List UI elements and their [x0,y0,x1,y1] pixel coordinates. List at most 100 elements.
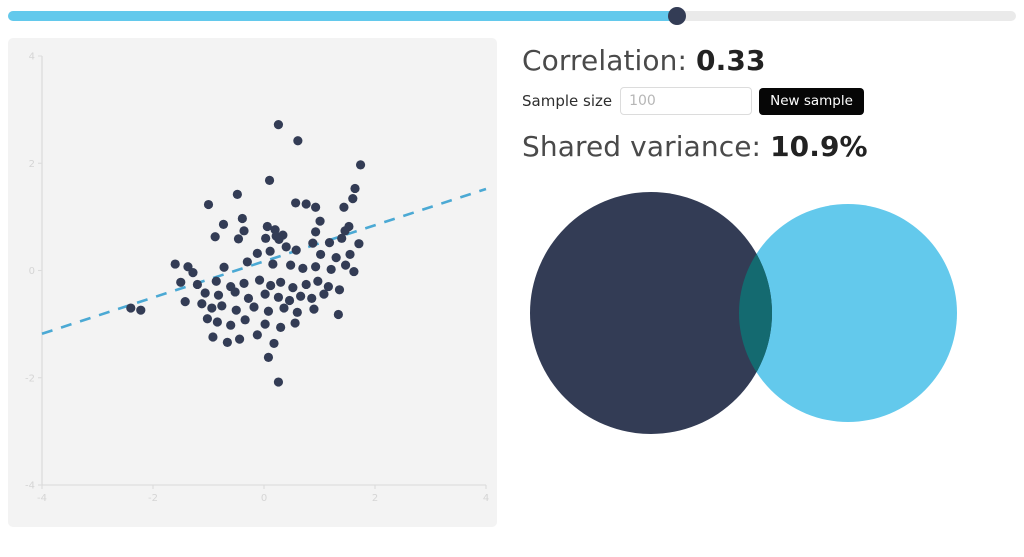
scatter-point [313,276,323,286]
shared-variance-value: 10.9% [770,130,868,164]
scatter-point [349,266,359,277]
scatter-point [222,337,232,347]
scatter-point [284,295,295,306]
scatter-point [176,277,186,287]
scatter-point [210,232,220,242]
stats-column: Correlation: 0.33 Sample size New sample… [522,44,1002,164]
scatter-point [345,249,355,260]
svg-text:-4: -4 [25,481,35,492]
scatter-point [263,352,274,362]
scatter-point [264,175,275,186]
correlation-slider[interactable] [8,7,1016,25]
correlation-readout: Correlation: 0.33 [522,44,1002,78]
scatter-point [334,285,345,295]
scatter-point [217,301,227,311]
svg-text:2: 2 [372,493,378,504]
scatter-point [192,279,202,290]
scatter-point [261,233,271,243]
scatter-point [218,219,229,229]
scatter-point [239,278,249,288]
scatter-point [170,259,180,269]
scatter-point [315,216,325,226]
scatter-point [276,277,286,287]
scatter-point [268,259,278,269]
slider-thumb[interactable] [668,7,687,25]
scatter-point [252,248,262,258]
scatter-point [231,305,241,315]
svg-text:0: 0 [29,266,35,277]
scatter-point [136,305,146,315]
new-sample-button[interactable]: New sample [759,87,864,115]
scatter-point [301,199,311,209]
svg-text:0: 0 [261,493,267,504]
scatter-point [239,226,249,236]
venn-circle-left [530,192,772,434]
scatter-point [290,318,300,328]
scatter-point [219,262,229,272]
scatter-point [355,160,366,170]
scatter-point [340,226,350,236]
scatter-point [293,136,303,146]
scatter-plot: -4 -2 0 2 4 -4 -2 0 2 4 [25,52,489,505]
scatter-point [350,183,360,194]
scatter-point [260,289,270,299]
scatter-point [340,260,351,270]
scatter-point [233,234,244,244]
scatter-point [200,288,210,298]
scatter-point [188,268,198,278]
scatter-point [208,332,218,342]
scatter-point [354,239,364,249]
scatter-point [316,249,326,260]
scatter-point [307,293,317,303]
svg-text:4: 4 [29,52,35,63]
scatter-point [311,227,321,237]
scatter-point [207,303,217,313]
correlation-value: 0.33 [696,44,766,77]
scatter-point [333,309,343,320]
scatter-point [288,283,298,293]
scatter-point [311,202,321,212]
sample-size-input[interactable] [620,87,753,116]
svg-text:2: 2 [29,159,35,170]
scatter-points [126,120,366,387]
scatter-point [269,338,279,349]
scatter-point [331,253,341,263]
scatter-point [319,289,329,299]
scatter-point [262,221,272,232]
scatter-point [309,304,319,314]
venn-svg [530,192,957,434]
scatter-point [273,120,284,130]
scatter-point [260,319,270,329]
scatter-point [252,330,262,340]
scatter-point [308,238,318,248]
slider-fill [8,11,678,21]
sample-size-label: Sample size [522,92,613,111]
scatter-point [301,279,311,290]
scatter-point [348,194,358,204]
scatter-point [326,264,336,275]
shared-variance-label: Shared variance: [522,130,762,164]
scatter-point [281,242,291,252]
scatter-point [291,245,301,255]
scatter-point [296,291,306,301]
scatter-point [180,297,190,307]
scatter-point [203,199,214,210]
scatter-point [212,317,222,327]
scatter-point [311,262,321,272]
venn-diagram [510,180,990,460]
svg-text:-2: -2 [25,373,35,384]
scatter-point [197,299,207,309]
scatter-point [276,322,286,332]
scatter-point [249,302,259,312]
plot-axes [38,55,487,489]
scatter-point [230,287,240,297]
correlation-label: Correlation: [522,44,688,77]
scatter-point [339,202,349,212]
scatter-point [324,238,335,248]
shared-variance-readout: Shared variance: 10.9% [522,130,1002,164]
scatter-point [237,213,247,224]
svg-text:-2: -2 [148,493,158,504]
scatter-point [243,293,254,303]
scatter-plot-panel: -4 -2 0 2 4 -4 -2 0 2 4 [8,38,497,527]
scatter-point [292,307,302,317]
